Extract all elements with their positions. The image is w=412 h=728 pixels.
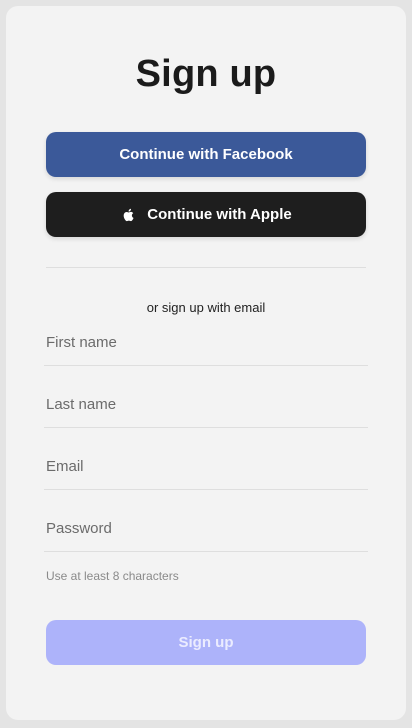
- password-hint: Use at least 8 characters: [46, 569, 179, 583]
- email-signup-divider-text: or sign up with email: [146, 300, 266, 315]
- email-field: [44, 450, 368, 490]
- apple-logo-icon: [120, 207, 136, 223]
- last-name-input[interactable]: [44, 388, 368, 427]
- continue-with-facebook-button[interactable]: Continue with Facebook: [46, 132, 366, 177]
- section-divider: [46, 267, 366, 268]
- continue-with-apple-button[interactable]: Continue with Apple: [46, 192, 366, 237]
- signup-card: Sign up Continue with Facebook Continue …: [6, 6, 406, 720]
- password-field: [44, 512, 368, 552]
- last-name-field: [44, 388, 368, 428]
- sign-up-button[interactable]: Sign up: [46, 620, 366, 665]
- password-input[interactable]: [44, 512, 368, 551]
- page-title: Sign up: [135, 53, 277, 95]
- email-input[interactable]: [44, 450, 368, 489]
- first-name-field: [44, 326, 368, 366]
- facebook-button-label: Continue with Facebook: [119, 146, 293, 163]
- sign-up-button-label: Sign up: [178, 634, 234, 651]
- first-name-input[interactable]: [44, 326, 368, 365]
- apple-button-label: Continue with Apple: [147, 206, 292, 223]
